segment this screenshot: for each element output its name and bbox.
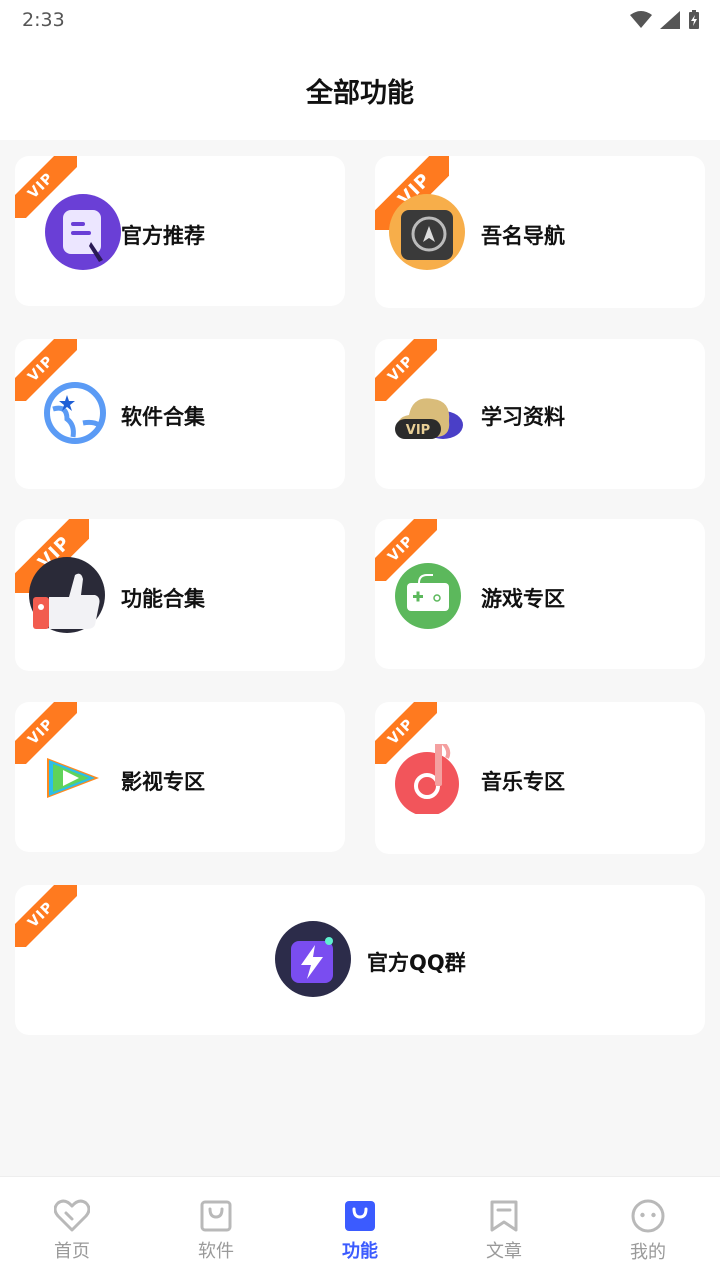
tab-software[interactable]: 软件 (144, 1177, 288, 1280)
feature-card-software-collection[interactable]: VIP 软件合集 (15, 339, 345, 489)
bookmark-icon (490, 1200, 518, 1231)
tab-label: 我的 (630, 1241, 666, 1263)
bag-filled-icon (345, 1200, 375, 1231)
card-label: 音乐专区 (481, 770, 565, 794)
heart-icon (54, 1199, 90, 1231)
lightning-icon (275, 921, 351, 997)
globe-icon (37, 375, 113, 451)
play-icon (37, 740, 113, 816)
smile-face-icon (631, 1199, 665, 1232)
card-label: 吾名导航 (481, 224, 565, 248)
card-label: 功能合集 (121, 587, 205, 611)
card-label: 官方QQ群 (367, 951, 466, 975)
card-label: 软件合集 (121, 405, 205, 429)
status-time: 2:33 (22, 9, 65, 31)
tab-profile[interactable]: 我的 (576, 1177, 720, 1280)
tab-articles[interactable]: 文章 (432, 1177, 576, 1280)
gamepad-icon (395, 563, 461, 629)
compass-icon (389, 194, 465, 270)
feature-card-study-materials[interactable]: VIP VIP 学习资料 (375, 339, 705, 489)
card-label: 学习资料 (481, 405, 565, 429)
page-title: 全部功能 (306, 77, 414, 109)
vip-ribbon: VIP (15, 885, 77, 947)
battery-icon (689, 10, 699, 29)
bag-icon (200, 1200, 232, 1231)
vip-badge: VIP (15, 885, 77, 947)
feature-card-movies[interactable]: VIP 影视专区 (15, 702, 345, 852)
wifi-icon (630, 11, 652, 28)
status-bar: 2:33 (0, 0, 720, 40)
feature-card-music[interactable]: VIP 音乐专区 (375, 702, 705, 854)
bottom-tab-bar: 首页 软件 功能 文章 我的 (0, 1176, 720, 1280)
tab-label: 文章 (486, 1240, 522, 1262)
tab-label: 软件 (198, 1240, 234, 1262)
card-label: 游戏专区 (481, 587, 565, 611)
svg-text:VIP: VIP (406, 423, 430, 438)
signal-icon (660, 11, 680, 29)
thumbs-up-icon (29, 557, 105, 633)
feature-card-function-collection[interactable]: VIP 功能合集 (15, 519, 345, 671)
feature-card-games[interactable]: VIP 游戏专区 (375, 519, 705, 669)
tab-functions[interactable]: 功能 (288, 1177, 432, 1280)
card-label: 影视专区 (121, 770, 205, 794)
card-label: 官方推荐 (121, 224, 205, 248)
feature-card-official-recommend[interactable]: VIP 官方推荐 (15, 156, 345, 306)
feature-card-navigation[interactable]: VIP 吾名导航 (375, 156, 705, 308)
tab-label: 首页 (54, 1240, 90, 1262)
feature-card-qq-group[interactable]: VIP 官方QQ群 (15, 885, 705, 1035)
note-pen-icon (45, 194, 121, 270)
vip-cloud-icon: VIP (391, 377, 467, 453)
page-header: 全部功能 (0, 40, 720, 140)
tab-home[interactable]: 首页 (0, 1177, 144, 1280)
tab-label: 功能 (342, 1240, 378, 1262)
music-note-icon (393, 744, 463, 814)
system-icons (630, 10, 700, 30)
